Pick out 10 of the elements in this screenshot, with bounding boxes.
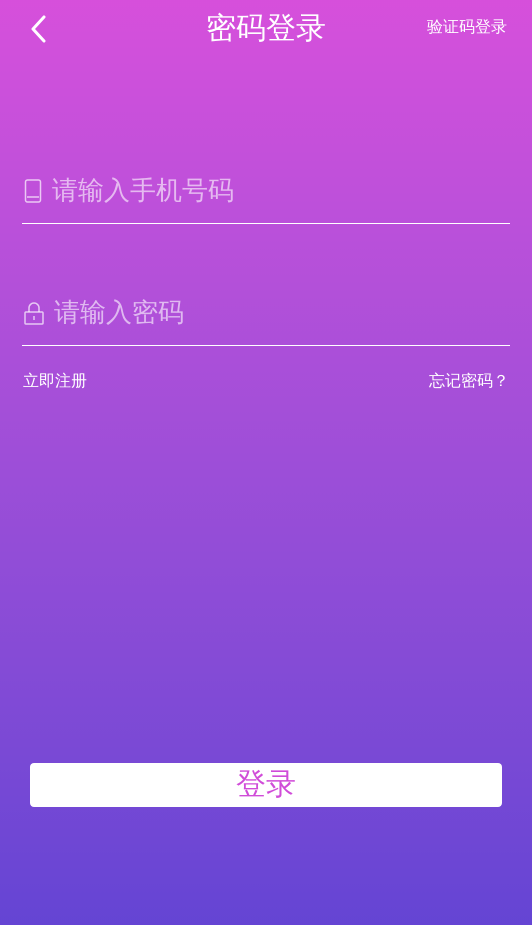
page-title: 密码登录 <box>206 14 326 44</box>
forgot-password-link[interactable]: 忘记密码？ <box>429 370 509 394</box>
input-field[interactable]: 请输入密码 <box>54 293 510 332</box>
back-icon <box>30 15 46 43</box>
login-button[interactable]: 登录 <box>30 763 502 807</box>
input-field[interactable]: 请输入手机号码 <box>52 171 510 210</box>
lock-icon <box>24 300 44 324</box>
register-link[interactable]: 立即注册 <box>23 370 87 394</box>
phone-icon <box>24 178 42 202</box>
sms-login-link[interactable]: 验证码登录 <box>427 20 507 36</box>
